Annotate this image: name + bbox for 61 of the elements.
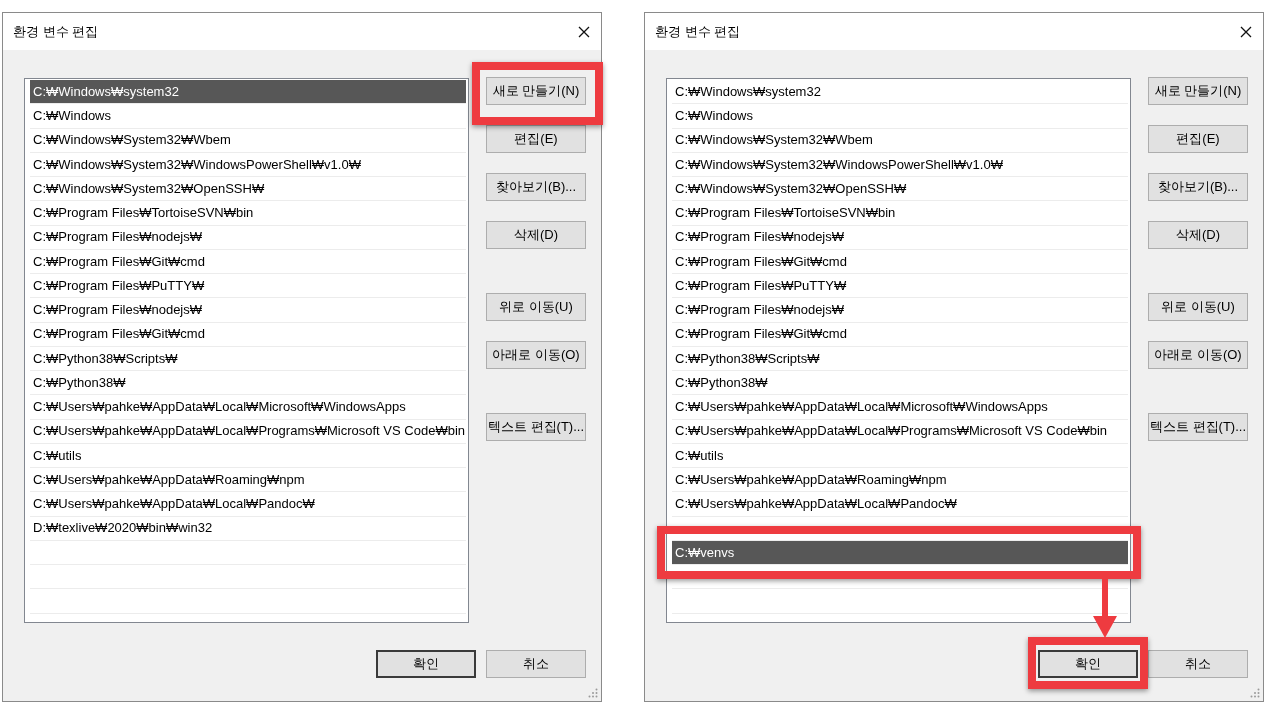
list-item[interactable]: C:₩Users₩pahke₩AppData₩Roaming₩npm [30,468,466,493]
list-item[interactable]: C:₩Users₩pahke₩AppData₩Local₩Pandoc₩ [30,492,466,517]
window-title: 환경 변수 편집 [655,22,741,41]
list-item[interactable]: C:₩Windows₩system32 [672,80,1128,105]
list-item[interactable]: C:₩Windows₩system32 [30,80,466,105]
list-item[interactable]: C:₩Users₩pahke₩AppData₩Local₩Microsoft₩WindowsApps [672,395,1128,420]
list-item[interactable]: C:₩Windows [30,104,466,129]
button[interactable]: 확인 [1038,650,1138,678]
list-item[interactable]: C:₩Python38₩Scripts₩ [672,346,1128,371]
resize-grip-icon[interactable] [588,688,598,698]
button[interactable]: 텍스트 편집(T)... [486,413,586,441]
list-item[interactable]: C:₩Users₩pahke₩AppData₩Local₩Programs₩Microsoft VS Code₩bin [672,419,1128,444]
list-item[interactable]: C:₩Users₩pahke₩AppData₩Local₩Pandoc₩ [672,492,1128,517]
button[interactable]: 위로 이동(U) [1148,293,1248,321]
list-item[interactable]: C:₩Windows₩System32₩OpenSSH₩ [30,177,466,202]
list-item[interactable]: D:₩texlive₩2020₩bin₩win32 [30,516,466,541]
list-item[interactable]: C:₩Program Files₩TortoiseSVN₩bin [30,201,466,226]
list-item[interactable]: C:₩Program Files₩Git₩cmd [30,322,466,347]
list-item[interactable]: C:₩Program Files₩PuTTY₩ [672,274,1128,299]
button[interactable]: 확인 [376,650,476,678]
close-icon[interactable] [578,25,590,38]
button[interactable]: 삭제(D) [486,221,586,249]
list-item[interactable]: C:₩Users₩pahke₩AppData₩Roaming₩npm [672,468,1128,493]
list-item[interactable]: C:₩Program Files₩nodejs₩ [30,298,466,323]
list-item[interactable]: C:₩Python38₩ [672,371,1128,396]
button[interactable]: 찾아보기(B)... [1148,173,1248,201]
list-item[interactable]: C:₩Program Files₩nodejs₩ [672,225,1128,250]
button[interactable]: 편집(E) [486,125,586,153]
button[interactable]: 편집(E) [1148,125,1248,153]
button[interactable]: 찾아보기(B)... [486,173,586,201]
list-item[interactable]: C:₩Program Files₩Git₩cmd [672,249,1128,274]
list-item[interactable]: C:₩Program Files₩TortoiseSVN₩bin [672,201,1128,226]
button[interactable]: 새로 만들기(N) [1148,77,1248,105]
list-item[interactable]: C:₩Program Files₩nodejs₩ [672,298,1128,323]
close-icon[interactable] [1240,25,1252,38]
button[interactable]: 위로 이동(U) [486,293,586,321]
list-item[interactable]: C:₩Users₩pahke₩AppData₩Local₩Microsoft₩WindowsApps [30,395,466,420]
list-item[interactable]: C:₩Windows₩System32₩WindowsPowerShell₩v1.0₩ [30,152,466,177]
list-item[interactable]: C:₩utils [30,443,466,468]
list-item[interactable]: C:₩utils [672,443,1128,468]
window-title: 환경 변수 편집 [13,22,99,41]
button[interactable]: 아래로 이동(O) [1148,341,1248,369]
list-item[interactable]: C:₩Windows₩System32₩OpenSSH₩ [672,177,1128,202]
list-item[interactable]: C:₩Program Files₩PuTTY₩ [30,274,466,299]
button[interactable]: 삭제(D) [1148,221,1248,249]
list-item[interactable]: C:₩Python38₩Scripts₩ [30,346,466,371]
button[interactable]: 새로 만들기(N) [486,77,586,105]
list-item[interactable]: C:₩Windows₩System32₩Wbem [672,128,1128,153]
button[interactable]: 아래로 이동(O) [486,341,586,369]
list-item[interactable]: C:₩Program Files₩nodejs₩ [30,225,466,250]
button[interactable]: 텍스트 편집(T)... [1148,413,1248,441]
list-item[interactable]: C:₩Program Files₩Git₩cmd [30,249,466,274]
list-item[interactable]: C:₩Windows₩System32₩WindowsPowerShell₩v1.0₩ [672,152,1128,177]
button[interactable]: 취소 [486,650,586,678]
list-item[interactable]: C:₩Windows [672,104,1128,129]
list-item[interactable]: C:₩Program Files₩Git₩cmd [672,322,1128,347]
resize-grip-icon[interactable] [1250,688,1260,698]
button[interactable]: 취소 [1148,650,1248,678]
list-item[interactable]: C:₩Users₩pahke₩AppData₩Local₩Programs₩Microsoft VS Code₩bin [30,419,466,444]
list-item[interactable]: C:₩Python38₩ [30,371,466,396]
list-item[interactable]: C:₩Windows₩System32₩Wbem [30,128,466,153]
